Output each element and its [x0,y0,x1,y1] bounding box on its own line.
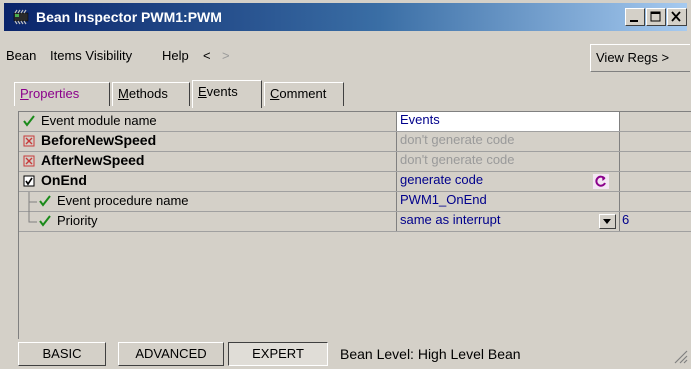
property-name-cell: Event module name [19,112,397,131]
maximize-button[interactable] [646,8,666,26]
tree-connector-icon [28,192,37,212]
grid-row-event-procedure-name[interactable]: Event procedure name PWM1_OnEnd [19,192,691,212]
maximize-icon [650,11,661,22]
status-bar: BASIC ADVANCED EXPERT Bean Level: High L… [18,342,691,366]
tab-methods-label: ethods [128,86,168,101]
level-expert-button[interactable]: EXPERT [228,342,328,366]
tab-properties-accel: P [20,86,29,101]
tab-methods[interactable]: Methods [112,82,190,106]
menu-bean[interactable]: Bean [6,48,36,63]
property-name-cell: AfterNewSpeed [19,152,397,171]
refresh-icon[interactable] [593,174,609,189]
title-bar[interactable]: Bean Inspector PWM1:PWM [4,3,687,31]
property-extra-cell [619,192,691,211]
priority-select-text: same as interrupt [400,212,501,227]
bean-level-text: Bean Level: High Level Bean [340,346,521,362]
property-extra-cell [619,112,691,131]
events-grid-panel: Event module name Events BeforeNewSpeed … [18,111,691,339]
close-icon [671,11,681,22]
property-name-cell: Priority [19,212,397,231]
property-extra-cell [619,172,691,191]
property-label: Priority [57,213,98,228]
window-title: Bean Inspector PWM1:PWM [36,9,222,25]
bean-chip-icon [13,9,29,25]
tab-properties[interactable]: Properties [14,82,110,106]
event-label: BeforeNewSpeed [41,132,157,148]
tab-events-label: vents [206,84,238,99]
grid-row-before-new-speed[interactable]: BeforeNewSpeed don't generate code [19,132,691,152]
priority-extra-value: 6 [619,212,691,231]
event-module-name-input[interactable]: Events [397,112,619,131]
tree-connector-icon [28,212,37,223]
tab-properties-label: roperties [28,86,80,101]
checked-box-icon[interactable] [23,175,35,187]
tab-comment-label: omment [279,86,327,101]
menu-help[interactable]: Help [162,48,189,63]
disabled-box-icon[interactable] [23,155,35,167]
property-name-cell: BeforeNewSpeed [19,132,397,151]
chevron-down-icon [603,219,611,224]
priority-dropdown-button[interactable] [599,214,616,229]
event-label: AfterNewSpeed [41,152,145,168]
level-basic-button[interactable]: BASIC [18,342,106,366]
on-end-value-text: generate code [400,172,484,187]
resize-grip-icon[interactable] [672,348,688,364]
tab-strip: Properties Methods Events Comment [14,80,691,108]
tab-comment-accel: C [270,86,280,101]
menu-items-visibility[interactable]: Items Visibility [50,48,132,63]
property-name-cell: Event procedure name [19,192,397,212]
property-label: Event procedure name [57,193,189,208]
property-extra-cell [619,132,691,151]
after-new-speed-value[interactable]: don't generate code [397,152,619,171]
priority-select[interactable]: same as interrupt [397,212,619,231]
forward-arrow-button[interactable]: > [222,48,230,63]
check-icon [39,215,51,227]
property-label: Event module name [41,113,157,128]
check-icon [23,115,35,127]
level-advanced-button[interactable]: ADVANCED [118,342,224,366]
property-name-cell: OnEnd [19,172,397,191]
grid-row-after-new-speed[interactable]: AfterNewSpeed don't generate code [19,152,691,172]
tab-comment[interactable]: Comment [264,82,344,106]
tab-events[interactable]: Events [192,80,262,108]
grid-row-priority[interactable]: Priority same as interrupt 6 [19,212,691,232]
event-procedure-name-input[interactable]: PWM1_OnEnd [397,192,619,211]
back-arrow-button[interactable]: < [203,48,211,63]
grid-row-event-module-name[interactable]: Event module name Events [19,112,691,132]
close-button[interactable] [667,8,687,26]
tab-events-accel: E [198,84,207,99]
tab-methods-accel: M [118,86,129,101]
minimize-icon [630,20,638,22]
grid-row-on-end[interactable]: OnEnd generate code [19,172,691,192]
on-end-value[interactable]: generate code [397,172,619,191]
bean-inspector-window: Bean Inspector PWM1:PWM Bean Items Visib… [0,0,691,369]
minimize-button[interactable] [625,8,645,26]
disabled-box-icon[interactable] [23,135,35,147]
event-label: OnEnd [41,172,87,188]
check-icon [39,195,51,207]
before-new-speed-value[interactable]: don't generate code [397,132,619,151]
menu-bar: Bean Items Visibility Help < > [4,48,687,70]
view-regs-button[interactable]: View Regs > [590,44,690,72]
property-extra-cell [619,152,691,171]
